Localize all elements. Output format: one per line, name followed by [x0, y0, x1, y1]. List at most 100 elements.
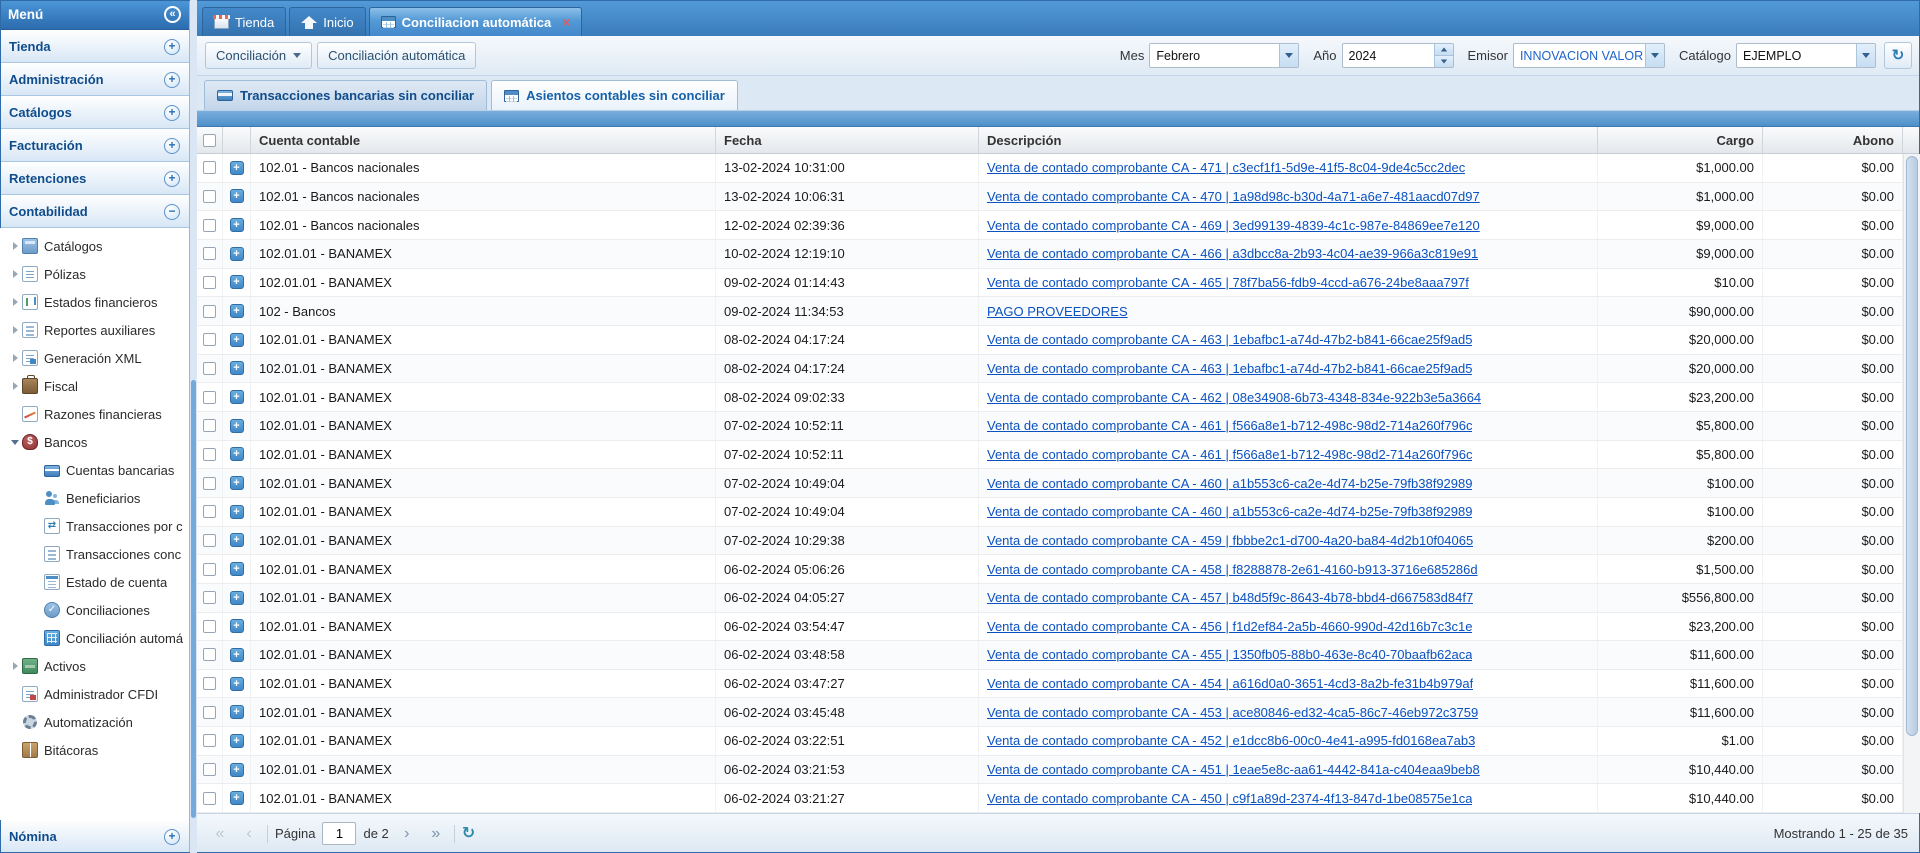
table-row[interactable]: + 102.01.01 - BANAMEX 06-02-2024 03:54:4…: [197, 613, 1920, 642]
table-row[interactable]: + 102.01.01 - BANAMEX 07-02-2024 10:49:0…: [197, 498, 1920, 527]
row-checkbox[interactable]: [203, 305, 216, 318]
row-expand-plus-icon[interactable]: +: [230, 333, 244, 347]
description-link[interactable]: Venta de contado comprobante CA - 452 | …: [987, 733, 1475, 748]
table-row[interactable]: + 102.01 - Bancos nacionales 13-02-2024 …: [197, 183, 1920, 212]
description-link[interactable]: Venta de contado comprobante CA - 458 | …: [987, 562, 1478, 577]
row-checkbox[interactable]: [203, 648, 216, 661]
anio-spinner[interactable]: 2024: [1342, 43, 1454, 68]
tree-item[interactable]: Administrador CFDI: [0, 680, 189, 708]
table-row[interactable]: + 102.01.01 - BANAMEX 06-02-2024 05:06:2…: [197, 555, 1920, 584]
grid-scrollbar[interactable]: [1903, 154, 1920, 813]
spinner-up-icon[interactable]: [1435, 44, 1453, 56]
table-row[interactable]: + 102.01.01 - BANAMEX 07-02-2024 10:52:1…: [197, 412, 1920, 441]
row-expand-plus-icon[interactable]: +: [230, 677, 244, 691]
plus-circle-icon[interactable]: +: [164, 171, 180, 187]
tree-item[interactable]: Estado de cuenta: [0, 568, 189, 596]
tree-item[interactable]: Automatización: [0, 708, 189, 736]
row-checkbox[interactable]: [203, 391, 216, 404]
tree-item[interactable]: Transacciones por c: [0, 512, 189, 540]
table-row[interactable]: + 102.01.01 - BANAMEX 06-02-2024 04:05:2…: [197, 584, 1920, 613]
refresh-icon[interactable]: ↻: [462, 826, 475, 842]
row-expand-plus-icon[interactable]: +: [230, 304, 244, 318]
catalogo-combo[interactable]: EJEMPLO: [1736, 43, 1876, 68]
last-page-icon[interactable]: »: [425, 826, 447, 842]
column-header-cuenta-contable[interactable]: Cuenta contable: [251, 127, 716, 153]
row-expand-plus-icon[interactable]: +: [230, 476, 244, 490]
tree-item[interactable]: Bancos: [0, 428, 189, 456]
description-link[interactable]: Venta de contado comprobante CA - 463 | …: [987, 332, 1472, 347]
column-header-abono[interactable]: Abono: [1763, 127, 1903, 153]
row-checkbox[interactable]: [203, 448, 216, 461]
page-input[interactable]: [322, 822, 356, 845]
column-header-fecha[interactable]: Fecha: [716, 127, 979, 153]
description-link[interactable]: Venta de contado comprobante CA - 471 | …: [987, 160, 1465, 175]
row-checkbox[interactable]: [203, 534, 216, 547]
table-row[interactable]: + 102.01.01 - BANAMEX 07-02-2024 10:49:0…: [197, 469, 1920, 498]
table-row[interactable]: + 102.01.01 - BANAMEX 10-02-2024 12:19:1…: [197, 240, 1920, 269]
row-expand-plus-icon[interactable]: +: [230, 447, 244, 461]
tree-expander-arrow-icon[interactable]: [8, 354, 22, 362]
row-checkbox[interactable]: [203, 620, 216, 633]
description-link[interactable]: Venta de contado comprobante CA - 459 | …: [987, 533, 1473, 548]
description-link[interactable]: Venta de contado comprobante CA - 450 | …: [987, 791, 1472, 806]
table-row[interactable]: + 102.01.01 - BANAMEX 08-02-2024 04:17:2…: [197, 326, 1920, 355]
description-link[interactable]: Venta de contado comprobante CA - 469 | …: [987, 218, 1480, 233]
row-expand-plus-icon[interactable]: +: [230, 763, 244, 777]
table-row[interactable]: + 102.01.01 - BANAMEX 06-02-2024 03:47:2…: [197, 670, 1920, 699]
conciliacion-menu-button[interactable]: Conciliación: [205, 42, 312, 69]
plus-circle-icon[interactable]: +: [164, 138, 180, 154]
table-row[interactable]: + 102.01.01 - BANAMEX 07-02-2024 10:29:3…: [197, 527, 1920, 556]
table-row[interactable]: + 102.01.01 - BANAMEX 06-02-2024 03:21:2…: [197, 784, 1920, 813]
tree-item[interactable]: Reportes auxiliares: [0, 316, 189, 344]
description-link[interactable]: Venta de contado comprobante CA - 460 | …: [987, 504, 1472, 519]
description-link[interactable]: PAGO PROVEEDORES: [987, 304, 1128, 319]
description-link[interactable]: Venta de contado comprobante CA - 453 | …: [987, 705, 1478, 720]
accordion-header[interactable]: Facturación +: [0, 129, 189, 162]
table-row[interactable]: + 102.01.01 - BANAMEX 08-02-2024 09:02:3…: [197, 383, 1920, 412]
tree-expander-arrow-icon[interactable]: [8, 242, 22, 250]
row-checkbox[interactable]: [203, 505, 216, 518]
tree-item[interactable]: Activos: [0, 652, 189, 680]
row-expand-plus-icon[interactable]: +: [230, 619, 244, 633]
tree-item[interactable]: Fiscal: [0, 372, 189, 400]
tree-item[interactable]: Conciliaciones: [0, 596, 189, 624]
row-expand-plus-icon[interactable]: +: [230, 505, 244, 519]
row-expand-plus-icon[interactable]: +: [230, 734, 244, 748]
tree-item[interactable]: Beneficiarios: [0, 484, 189, 512]
prev-page-icon[interactable]: ‹: [238, 826, 260, 842]
tree-item[interactable]: Pólizas: [0, 260, 189, 288]
table-row[interactable]: + 102 - Bancos 09-02-2024 11:34:53 PAGO …: [197, 297, 1920, 326]
row-checkbox[interactable]: [203, 591, 216, 604]
description-link[interactable]: Venta de contado comprobante CA - 456 | …: [987, 619, 1472, 634]
table-row[interactable]: + 102.01 - Bancos nacionales 12-02-2024 …: [197, 211, 1920, 240]
close-icon[interactable]: ×: [562, 15, 570, 29]
row-expand-plus-icon[interactable]: +: [230, 705, 244, 719]
mes-combo[interactable]: Febrero: [1149, 43, 1299, 68]
accordion-header[interactable]: Tienda +: [0, 30, 189, 63]
column-header-descripcion[interactable]: Descripción: [979, 127, 1598, 153]
tree-item[interactable]: Conciliación automá: [0, 624, 189, 652]
sidebar-splitter[interactable]: [190, 0, 197, 853]
description-link[interactable]: Venta de contado comprobante CA - 457 | …: [987, 590, 1473, 605]
description-link[interactable]: Venta de contado comprobante CA - 461 | …: [987, 418, 1472, 433]
chevron-down-icon[interactable]: [1856, 44, 1875, 67]
conciliacion-automatica-button[interactable]: Conciliación automática: [317, 42, 476, 69]
tree-item[interactable]: Cuentas bancarias: [0, 456, 189, 484]
table-row[interactable]: + 102.01.01 - BANAMEX 06-02-2024 03:45:4…: [197, 698, 1920, 727]
tree-expander-arrow-icon[interactable]: [8, 298, 22, 306]
table-row[interactable]: + 102.01.01 - BANAMEX 06-02-2024 03:21:5…: [197, 756, 1920, 785]
row-expand-plus-icon[interactable]: +: [230, 648, 244, 662]
row-expand-plus-icon[interactable]: +: [230, 275, 244, 289]
accordion-header[interactable]: Catálogos +: [0, 96, 189, 129]
accordion-header-nomina[interactable]: Nómina +: [0, 820, 189, 853]
row-checkbox[interactable]: [203, 219, 216, 232]
select-all-checkbox[interactable]: [203, 134, 216, 147]
tree-item[interactable]: Bitácoras: [0, 736, 189, 764]
sidebar-collapse-icon[interactable]: «: [164, 6, 181, 23]
row-checkbox[interactable]: [203, 563, 216, 576]
tree-expander-arrow-icon[interactable]: [8, 440, 22, 445]
row-checkbox[interactable]: [203, 276, 216, 289]
accordion-header[interactable]: Administración +: [0, 63, 189, 96]
table-row[interactable]: + 102.01.01 - BANAMEX 07-02-2024 10:52:1…: [197, 441, 1920, 470]
tree-expander-arrow-icon[interactable]: [8, 382, 22, 390]
